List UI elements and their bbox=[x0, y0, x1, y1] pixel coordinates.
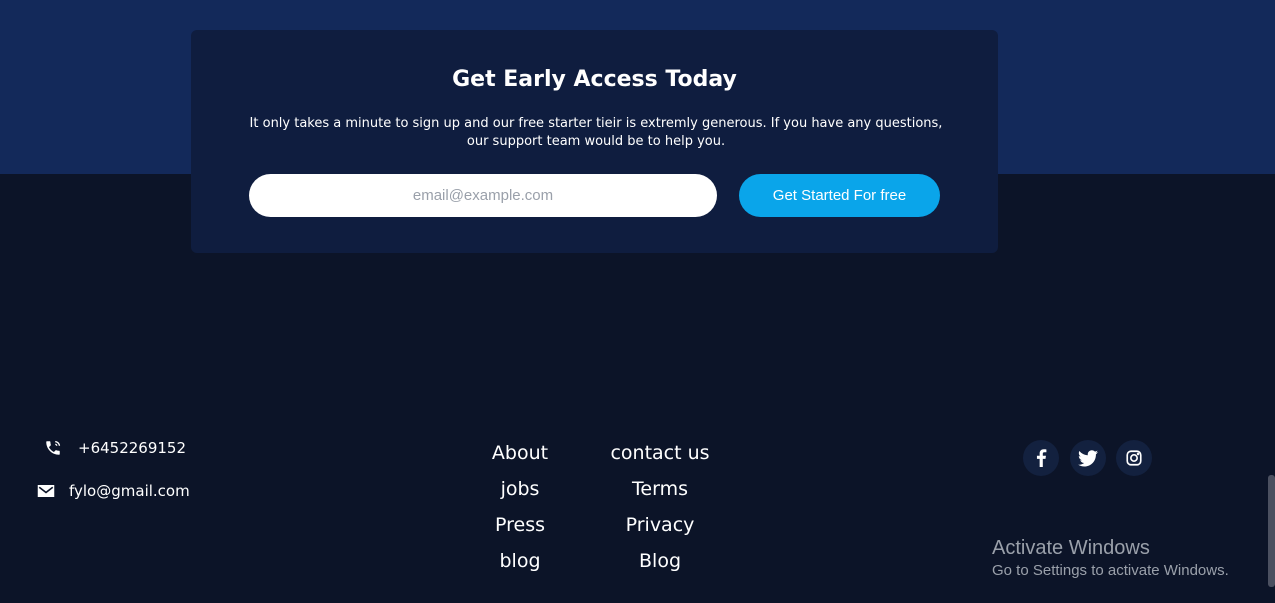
footer-link-about[interactable]: About bbox=[492, 441, 548, 465]
footer-link-contact-us[interactable]: contact us bbox=[610, 441, 709, 465]
instagram-icon[interactable] bbox=[1116, 440, 1152, 476]
phone-contact: +6452269152 bbox=[44, 439, 186, 457]
cta-description: It only takes a minute to sign up and ou… bbox=[249, 116, 943, 149]
get-started-button[interactable]: Get Started For free bbox=[739, 174, 940, 217]
footer-link-press[interactable]: Press bbox=[495, 513, 545, 537]
footer-link-privacy[interactable]: Privacy bbox=[626, 513, 695, 537]
cta-title: Get Early Access Today bbox=[452, 67, 737, 92]
mail-icon bbox=[37, 483, 55, 499]
twitter-icon[interactable] bbox=[1070, 440, 1106, 476]
watermark-subtitle: Go to Settings to activate Windows. bbox=[992, 562, 1229, 579]
email-contact: fylo@gmail.com bbox=[37, 482, 190, 500]
early-access-card: Get Early Access Today It only takes a m… bbox=[191, 30, 998, 253]
footer-link-blog-2[interactable]: Blog bbox=[639, 549, 681, 573]
phone-number: +6452269152 bbox=[78, 439, 187, 457]
footer-link-jobs[interactable]: jobs bbox=[501, 477, 540, 501]
phone-icon bbox=[44, 439, 62, 457]
facebook-icon[interactable] bbox=[1023, 440, 1059, 476]
footer-link-terms[interactable]: Terms bbox=[632, 477, 688, 501]
email-address: fylo@gmail.com bbox=[69, 482, 190, 500]
windows-activation-watermark: Activate Windows Go to Settings to activ… bbox=[992, 537, 1229, 581]
watermark-title: Activate Windows bbox=[992, 537, 1150, 559]
email-input[interactable] bbox=[249, 174, 717, 217]
footer-link-blog[interactable]: blog bbox=[499, 549, 540, 573]
scrollbar-thumb[interactable] bbox=[1268, 475, 1275, 587]
